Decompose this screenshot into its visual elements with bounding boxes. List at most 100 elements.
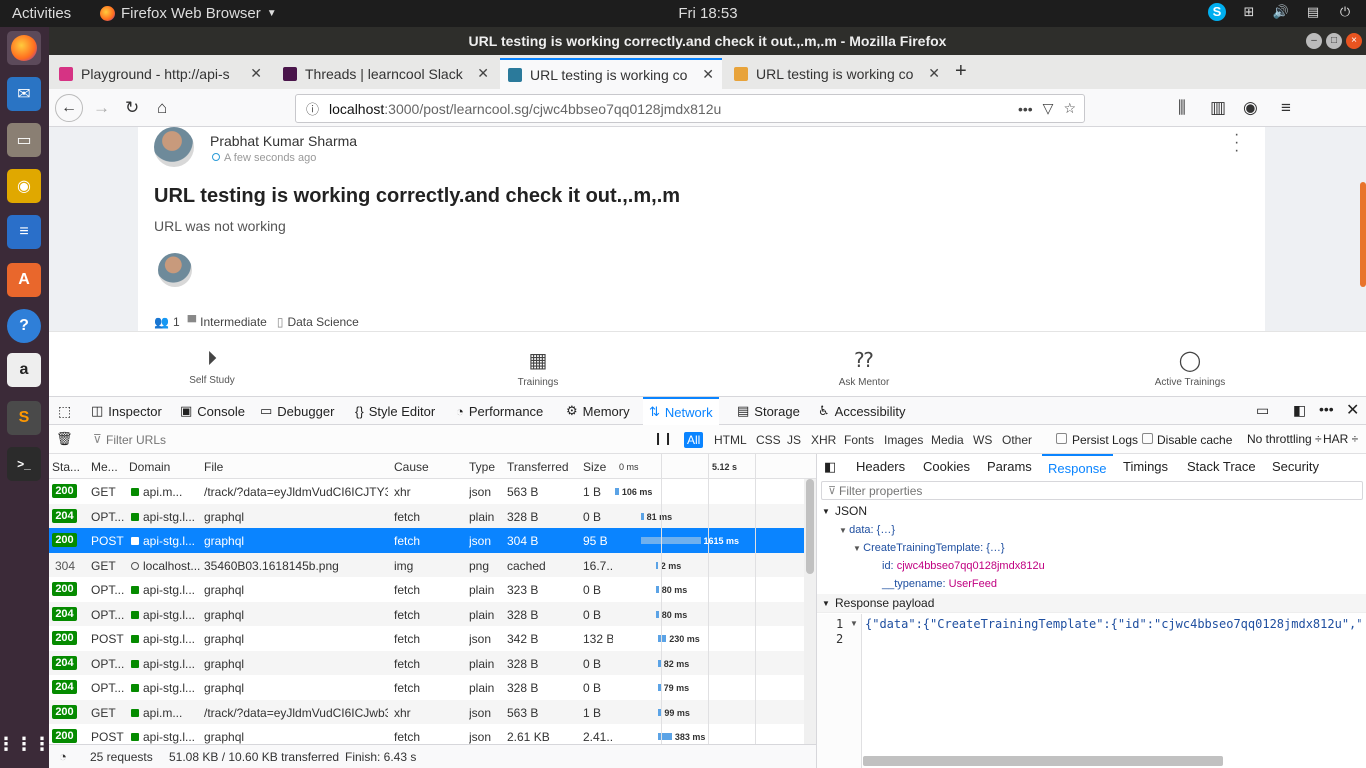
clipboard-icon[interactable]: ▤ bbox=[1304, 3, 1322, 21]
url-bar[interactable]: ⓘ localhost:3000/post/learncool.sg/cjwc4… bbox=[295, 94, 1085, 123]
filter-js[interactable]: JS bbox=[784, 432, 804, 448]
devtools-tab-accessibility[interactable]: ♿ Accessibility bbox=[818, 397, 905, 425]
col-file[interactable]: File bbox=[204, 460, 223, 474]
element-picker-icon[interactable]: ⬚ bbox=[58, 403, 71, 420]
post-options-icon[interactable]: · · · bbox=[1234, 127, 1239, 159]
firefox-launcher-icon[interactable] bbox=[7, 31, 41, 65]
table-row[interactable]: 204 OPT... api-stg.l... graphql fetch plain 32… bbox=[49, 650, 804, 675]
filter-properties-input[interactable] bbox=[839, 483, 1339, 498]
close-window-button[interactable]: × bbox=[1346, 33, 1362, 49]
filter-xhr[interactable]: XHR bbox=[808, 432, 839, 448]
filter-fonts[interactable]: Fonts bbox=[841, 432, 877, 448]
details-tab-security[interactable]: Security bbox=[1272, 454, 1319, 479]
close-tab-icon[interactable]: ✕ bbox=[928, 65, 940, 82]
filter-urls-input[interactable] bbox=[104, 430, 644, 449]
payload-section-header[interactable]: ▼ Response payload bbox=[817, 594, 1366, 613]
toggle-panel-icon[interactable]: ◧ bbox=[824, 459, 836, 475]
json-node-typename[interactable]: __typename: UserFeed bbox=[882, 578, 997, 590]
close-devtools-icon[interactable]: ✕ bbox=[1346, 400, 1359, 420]
col-method[interactable]: Me... bbox=[91, 460, 118, 474]
fold-arrow-icon[interactable]: ▼ bbox=[850, 619, 858, 628]
table-row[interactable]: 304 GET localhost... 35460B03.1618145b.png i… bbox=[49, 552, 804, 577]
col-size[interactable]: Size bbox=[583, 460, 606, 474]
filter-ws[interactable]: WS bbox=[970, 432, 995, 448]
scrollbar-thumb[interactable] bbox=[806, 479, 814, 574]
volume-icon[interactable]: 🔊 bbox=[1272, 3, 1290, 21]
table-row[interactable]: 204 OPT... api-stg.l... graphql fetch plain 32… bbox=[49, 503, 804, 528]
details-tab-cookies[interactable]: Cookies bbox=[923, 454, 970, 479]
back-button[interactable]: ← bbox=[55, 94, 83, 122]
clear-trash-icon[interactable]: 🗑 bbox=[56, 431, 73, 447]
devtools-tab-style-editor[interactable]: {} Style Editor bbox=[355, 397, 435, 425]
rhythmbox-icon[interactable]: ◉ bbox=[7, 169, 41, 203]
details-tab-params[interactable]: Params bbox=[987, 454, 1032, 479]
network-icon[interactable]: ⊞ bbox=[1240, 3, 1258, 21]
nav-trainings[interactable]: ▦ Trainings bbox=[498, 348, 578, 388]
account-icon[interactable]: ◉ bbox=[1243, 98, 1258, 118]
tab-playground[interactable]: Playground - http://api-s ✕ bbox=[51, 58, 270, 89]
amazon-icon[interactable]: a bbox=[7, 353, 41, 387]
pocket-icon[interactable]: ▽ bbox=[1043, 100, 1054, 117]
payload-code-line[interactable]: {"data":{"CreateTrainingTemplate":{"id":… bbox=[865, 617, 1361, 631]
info-icon[interactable]: ⓘ bbox=[306, 99, 319, 118]
author-name[interactable]: Prabhat Kumar Sharma bbox=[210, 133, 357, 149]
table-row[interactable]: 200 GET api.m... /track/?data=eyJldmVudCI6I… bbox=[49, 699, 804, 724]
nav-self-study[interactable]: ⏵ Self Study bbox=[172, 348, 252, 386]
home-button[interactable]: ⌂ bbox=[157, 98, 167, 118]
thunderbird-icon[interactable]: ✉ bbox=[7, 77, 41, 111]
new-tab-button[interactable]: + bbox=[955, 60, 967, 83]
persist-logs-checkbox[interactable] bbox=[1056, 433, 1067, 444]
software-center-icon[interactable]: A bbox=[7, 263, 41, 297]
nav-active-trainings[interactable]: ◯ Active Trainings bbox=[1150, 348, 1230, 388]
filter-properties-box[interactable]: ⊽ bbox=[821, 481, 1363, 500]
table-row[interactable]: 204 OPT... api-stg.l... graphql fetch plain 32… bbox=[49, 675, 804, 700]
close-tab-icon[interactable]: ✕ bbox=[250, 65, 262, 82]
skype-icon[interactable]: S bbox=[1208, 3, 1226, 21]
bookmark-star-icon[interactable]: ☆ bbox=[1063, 100, 1076, 117]
terminal-icon[interactable]: >_ bbox=[7, 447, 41, 481]
close-tab-icon[interactable]: ✕ bbox=[702, 66, 714, 83]
hamburger-menu-icon[interactable]: ≡ bbox=[1281, 98, 1291, 118]
col-transferred[interactable]: Transferred bbox=[507, 460, 569, 474]
reload-button[interactable]: ↻ bbox=[125, 98, 139, 118]
dock-side-icon[interactable]: ◧ bbox=[1293, 402, 1306, 419]
tab-url-testing-active[interactable]: URL testing is working co ✕ bbox=[500, 58, 722, 89]
author-avatar[interactable] bbox=[154, 127, 194, 167]
clock[interactable]: Fri 18:53 bbox=[0, 5, 1366, 22]
filter-all[interactable]: All bbox=[684, 432, 704, 448]
col-type[interactable]: Type bbox=[469, 460, 495, 474]
devtools-tab-memory[interactable]: ⚙ Memory bbox=[566, 397, 630, 425]
library-icon[interactable]: ⫼ bbox=[1178, 98, 1186, 118]
json-node-id[interactable]: id: cjwc4bbseo7qq0128jmdx812u bbox=[882, 560, 1045, 572]
table-row[interactable]: 200 POST api-stg.l... graphql fetch json 304 B… bbox=[49, 528, 804, 553]
table-row[interactable]: 200 POST api-stg.l... graphql fetch json 342 B… bbox=[49, 626, 804, 651]
col-domain[interactable]: Domain bbox=[129, 460, 170, 474]
nav-ask-mentor[interactable]: ⁇ Ask Mentor bbox=[824, 348, 904, 388]
horizontal-scrollbar[interactable] bbox=[863, 756, 1223, 766]
devtools-tab-storage[interactable]: ▤ Storage bbox=[737, 397, 800, 425]
details-tab-stack-trace[interactable]: Stack Trace bbox=[1187, 454, 1256, 479]
page-scrollbar[interactable] bbox=[1360, 182, 1366, 287]
close-tab-icon[interactable]: ✕ bbox=[477, 65, 489, 82]
devtools-tab-console[interactable]: ▣ Console bbox=[180, 397, 245, 425]
tab-url-testing[interactable]: URL testing is working co ✕ bbox=[726, 58, 948, 89]
sidebar-icon[interactable]: ▥ bbox=[1210, 98, 1226, 118]
show-apps-icon[interactable]: ⋮⋮⋮ bbox=[0, 727, 51, 761]
throttling-select[interactable]: No throttling ÷ bbox=[1247, 432, 1322, 446]
filter-css[interactable]: CSS bbox=[753, 432, 784, 448]
table-row[interactable]: 200 POST api-stg.l... graphql fetch json 2.61 … bbox=[49, 724, 804, 744]
pause-icon[interactable]: ❙❙ bbox=[653, 431, 673, 445]
details-tab-timings[interactable]: Timings bbox=[1123, 454, 1168, 479]
json-node-create-training-template[interactable]: ▼ CreateTrainingTemplate: {…} bbox=[853, 542, 1005, 554]
filter-other[interactable]: Other bbox=[999, 432, 1035, 448]
table-row[interactable]: 200 GET api.m... /track/?data=eyJldmVudCI6I… bbox=[49, 479, 804, 504]
table-row[interactable]: 200 OPT... api-stg.l... graphql fetch plain 32… bbox=[49, 577, 804, 602]
forward-button[interactable]: → bbox=[93, 98, 110, 118]
json-section-header[interactable]: ▼ JSON bbox=[817, 502, 1366, 521]
maximize-button[interactable]: □ bbox=[1326, 33, 1342, 49]
table-row[interactable]: 204 OPT... api-stg.l... graphql fetch plain 32… bbox=[49, 601, 804, 626]
performance-analysis-icon[interactable]: ◔ bbox=[59, 749, 67, 764]
col-status[interactable]: Sta... bbox=[52, 460, 80, 474]
har-menu[interactable]: HAR ÷ bbox=[1323, 432, 1358, 446]
devtools-tab-performance[interactable]: ◔ Performance bbox=[456, 397, 543, 425]
